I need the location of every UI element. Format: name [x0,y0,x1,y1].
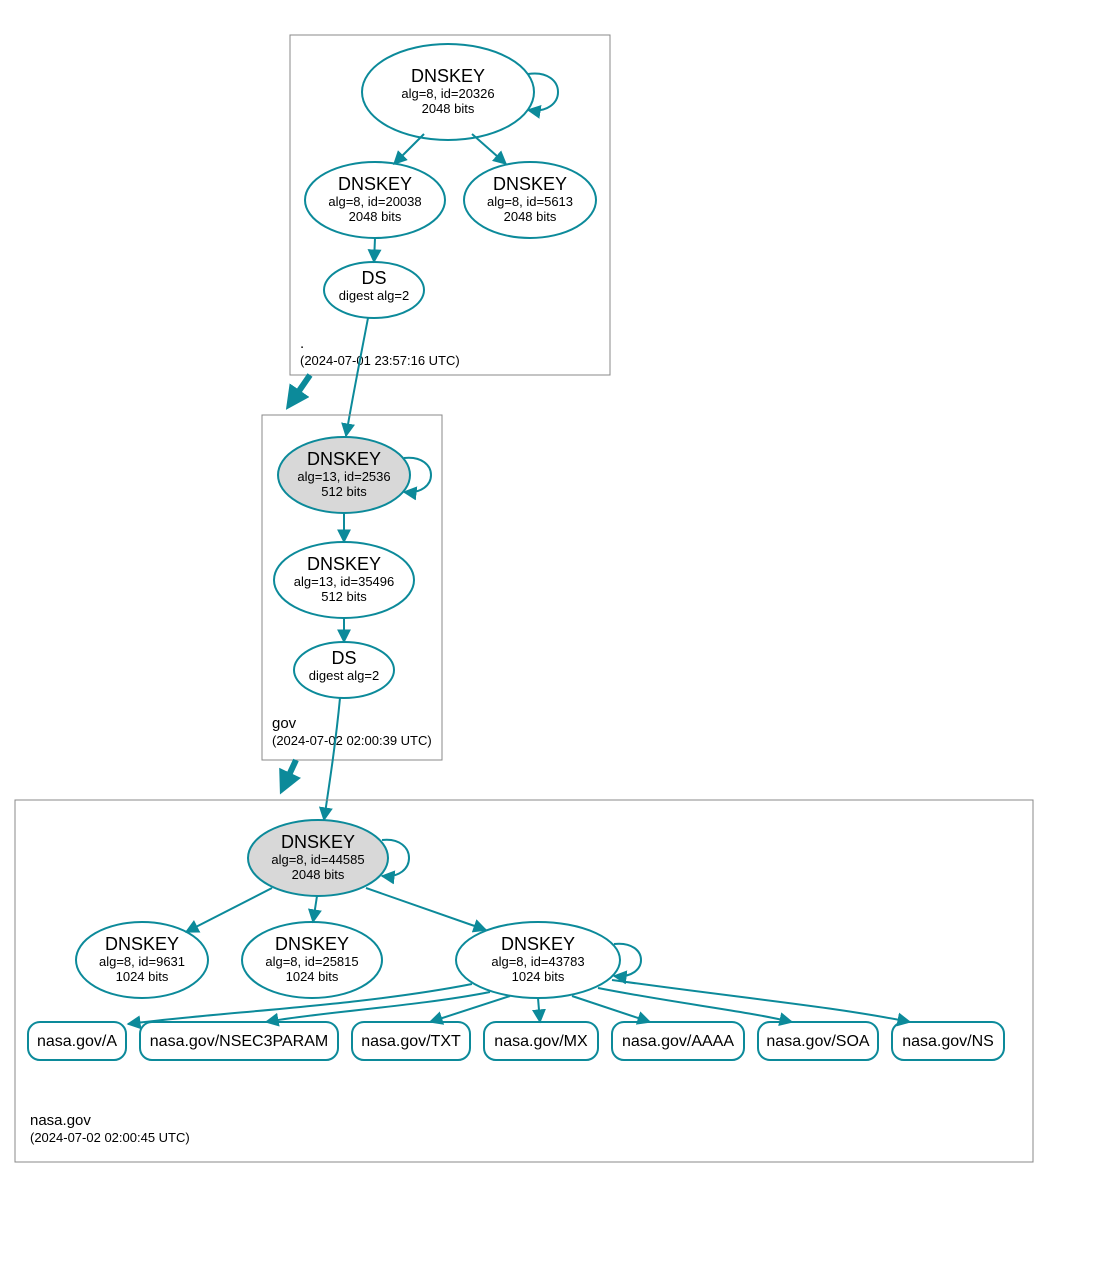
svg-text:alg=8, id=20326: alg=8, id=20326 [401,86,494,101]
node-root-ds[interactable]: DS digest alg=2 [324,262,424,318]
svg-text:DS: DS [361,268,386,288]
svg-text:1024 bits: 1024 bits [116,969,169,984]
node-rr-txt[interactable]: nasa.gov/TXT [352,1022,470,1060]
edge-zsk3-aaaa [572,996,650,1022]
edge-zsk3-soa [598,988,792,1022]
svg-text:alg=8, id=5613: alg=8, id=5613 [487,194,573,209]
svg-text:alg=13, id=35496: alg=13, id=35496 [294,574,394,589]
node-root-zsk1[interactable]: DNSKEY alg=8, id=20038 2048 bits [305,162,445,238]
zone-nasa: nasa.gov (2024-07-02 02:00:45 UTC) DNSKE… [15,800,1033,1162]
edge-deleg-gov-nasa [283,760,296,788]
svg-text:DNSKEY: DNSKEY [105,934,179,954]
node-rr-a[interactable]: nasa.gov/A [28,1022,126,1060]
svg-text:DNSKEY: DNSKEY [501,934,575,954]
node-nasa-zsk3[interactable]: DNSKEY alg=8, id=43783 1024 bits [456,922,620,998]
svg-text:DNSKEY: DNSKEY [493,174,567,194]
edge-nasa-ksk-zsk2 [313,896,317,922]
node-gov-zsk[interactable]: DNSKEY alg=13, id=35496 512 bits [274,542,414,618]
svg-text:alg=8, id=43783: alg=8, id=43783 [491,954,584,969]
svg-text:nasa.gov/AAAA: nasa.gov/AAAA [622,1033,734,1050]
zone-gov: gov (2024-07-02 02:00:39 UTC) DNSKEY alg… [262,415,442,760]
node-nasa-ksk[interactable]: DNSKEY alg=8, id=44585 2048 bits [248,820,388,896]
svg-text:alg=8, id=44585: alg=8, id=44585 [271,852,364,867]
edge-nasa-ksk-zsk3 [366,888,486,930]
svg-text:nasa.gov/NSEC3PARAM: nasa.gov/NSEC3PARAM [150,1033,328,1050]
node-nasa-zsk1[interactable]: DNSKEY alg=8, id=9631 1024 bits [76,922,208,998]
svg-text:DS: DS [331,648,356,668]
node-nasa-zsk2[interactable]: DNSKEY alg=8, id=25815 1024 bits [242,922,382,998]
zone-gov-label: gov [272,715,297,732]
node-rr-soa[interactable]: nasa.gov/SOA [758,1022,878,1060]
svg-text:digest alg=2: digest alg=2 [339,288,409,303]
svg-text:alg=8, id=20038: alg=8, id=20038 [328,194,421,209]
edge-gov-ds-nasa-ksk [324,698,340,820]
zone-root-label: . [300,335,304,352]
edge-deleg-root-gov [290,375,310,404]
svg-text:2048 bits: 2048 bits [292,867,345,882]
svg-text:nasa.gov/A: nasa.gov/A [37,1033,117,1050]
svg-text:1024 bits: 1024 bits [286,969,339,984]
edge-zsk3-mx [538,998,540,1022]
svg-text:512 bits: 512 bits [321,484,367,499]
edge-nasa-ksk-zsk1 [186,888,272,932]
svg-text:DNSKEY: DNSKEY [411,66,485,86]
svg-text:alg=13, id=2536: alg=13, id=2536 [297,469,390,484]
node-gov-ds[interactable]: DS digest alg=2 [294,642,394,698]
svg-text:alg=8, id=25815: alg=8, id=25815 [265,954,358,969]
svg-text:DNSKEY: DNSKEY [281,832,355,852]
svg-text:2048 bits: 2048 bits [349,209,402,224]
svg-text:nasa.gov/TXT: nasa.gov/TXT [361,1033,461,1050]
svg-text:1024 bits: 1024 bits [512,969,565,984]
zone-nasa-timestamp: (2024-07-02 02:00:45 UTC) [30,1130,190,1145]
svg-text:DNSKEY: DNSKEY [338,174,412,194]
zone-gov-timestamp: (2024-07-02 02:00:39 UTC) [272,733,432,748]
svg-text:2048 bits: 2048 bits [504,209,557,224]
node-root-ksk[interactable]: DNSKEY alg=8, id=20326 2048 bits [362,44,534,140]
edge-root-ds-gov-ksk [346,318,368,436]
edge-root-ksk-zsk1 [394,134,424,164]
svg-text:512 bits: 512 bits [321,589,367,604]
node-rr-mx[interactable]: nasa.gov/MX [484,1022,598,1060]
svg-text:nasa.gov/SOA: nasa.gov/SOA [766,1033,870,1050]
edge-root-zsk1-ds [374,238,375,262]
svg-text:nasa.gov/NS: nasa.gov/NS [902,1033,994,1050]
svg-text:DNSKEY: DNSKEY [307,449,381,469]
svg-text:DNSKEY: DNSKEY [275,934,349,954]
svg-text:nasa.gov/MX: nasa.gov/MX [494,1033,588,1050]
svg-text:alg=8, id=9631: alg=8, id=9631 [99,954,185,969]
node-gov-ksk[interactable]: DNSKEY alg=13, id=2536 512 bits [278,437,410,513]
svg-text:DNSKEY: DNSKEY [307,554,381,574]
node-rr-nsec3param[interactable]: nasa.gov/NSEC3PARAM [140,1022,338,1060]
node-root-zsk2[interactable]: DNSKEY alg=8, id=5613 2048 bits [464,162,596,238]
node-rr-aaaa[interactable]: nasa.gov/AAAA [612,1022,744,1060]
zone-nasa-label: nasa.gov [30,1112,91,1129]
zone-root-timestamp: (2024-07-01 23:57:16 UTC) [300,353,460,368]
node-rr-ns[interactable]: nasa.gov/NS [892,1022,1004,1060]
svg-text:2048 bits: 2048 bits [422,101,475,116]
zone-root: . (2024-07-01 23:57:16 UTC) DNSKEY alg=8… [290,35,610,375]
edge-root-ksk-zsk2 [472,134,506,164]
svg-text:digest alg=2: digest alg=2 [309,668,379,683]
